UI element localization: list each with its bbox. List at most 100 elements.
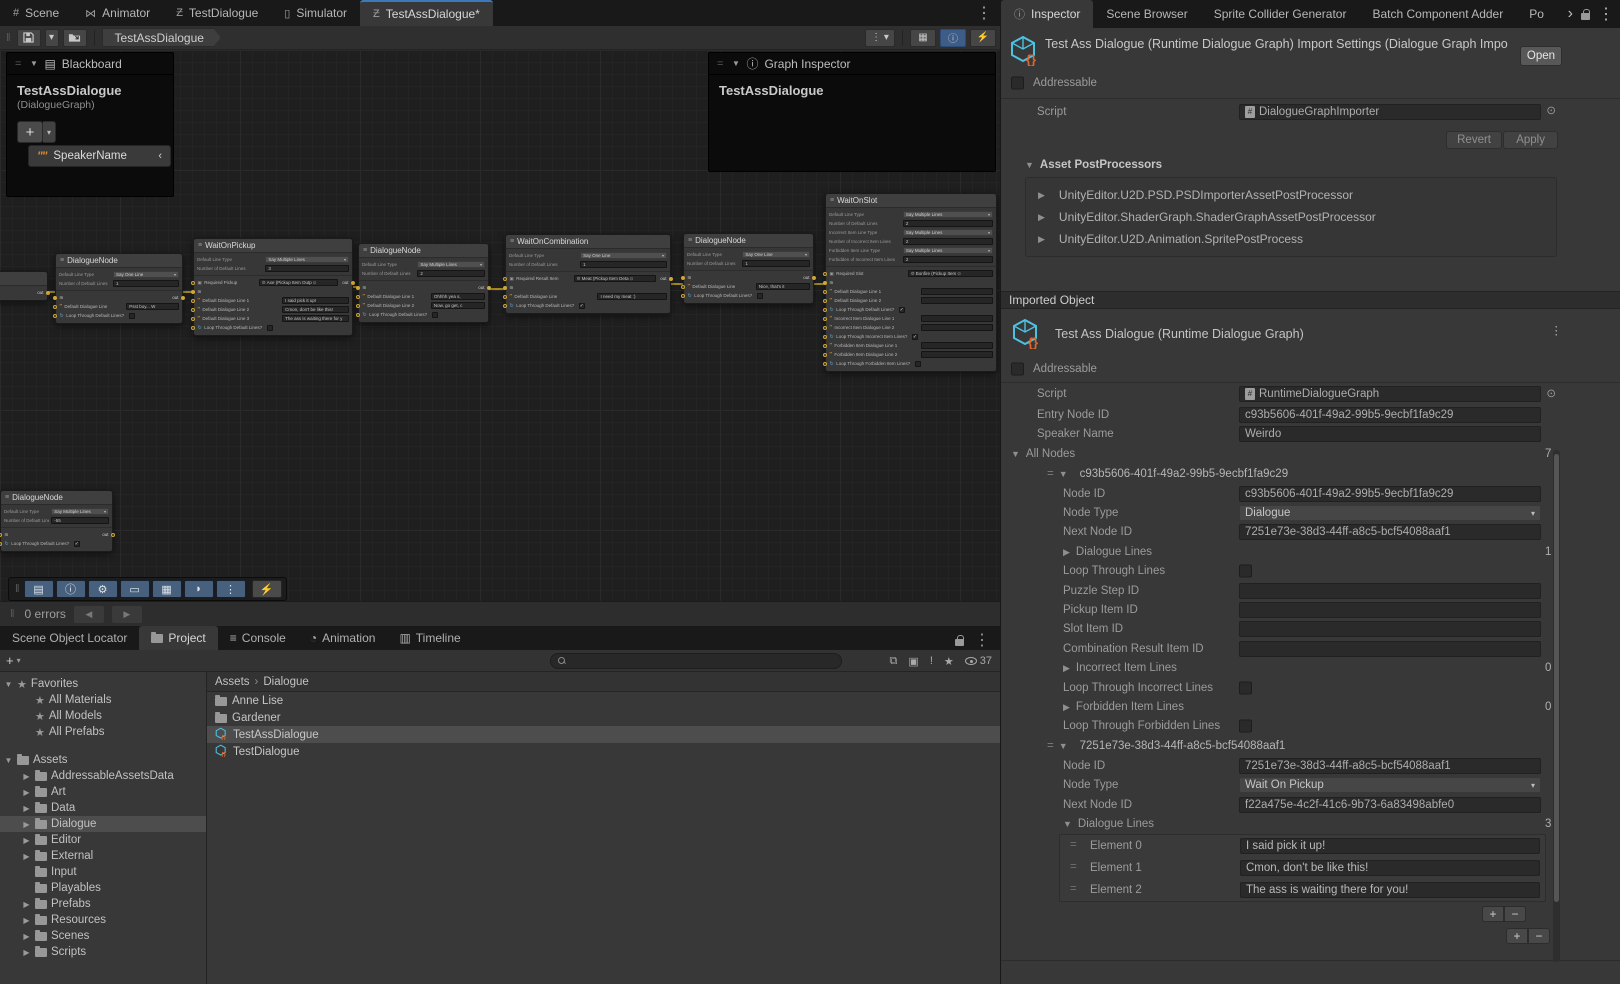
sidebar-item-all-prefabs[interactable]: ★All Prefabs (0, 724, 206, 740)
toolbar-drag-handle[interactable]: ‖ (13, 583, 22, 595)
apply-button[interactable]: Apply (1503, 131, 1558, 149)
tab-scene-browser[interactable]: Scene Browser (1093, 0, 1200, 28)
add-property-dropdown[interactable]: ▾ (43, 121, 56, 143)
tab-animation[interactable]: ◔Animation (298, 626, 388, 650)
foldout-arrow-icon[interactable]: ▶ (22, 948, 31, 957)
graph-tool-button-6[interactable]: ⋮ (216, 580, 246, 598)
node-prop-input[interactable]: 2 (903, 256, 993, 263)
dialogue-line-input[interactable] (921, 351, 993, 358)
blackboard-panel[interactable]: = ▼ ▤ Blackboard TestAssDialogue (Dialog… (6, 52, 174, 197)
foldout-arrow-icon[interactable]: ▶ (22, 772, 31, 781)
tab-inspector[interactable]: ⓘInspector (1001, 0, 1093, 28)
node-prop-dropdown[interactable]: Say Multiple Lines▾ (903, 247, 993, 254)
node-prop-input[interactable]: -55 (51, 517, 109, 524)
loop-checkbox[interactable] (915, 361, 921, 367)
value-field[interactable] (1239, 621, 1541, 637)
expand-arrow-icon[interactable]: ‹ (158, 150, 162, 162)
node-collapse-icon[interactable]: ≡ (510, 238, 514, 245)
port-dot[interactable] (681, 276, 685, 280)
port-dot[interactable] (356, 286, 360, 290)
port-dot[interactable] (191, 281, 195, 285)
sidebar-item-art[interactable]: ▶Art (0, 784, 206, 800)
dialogue-line-input[interactable] (921, 288, 993, 295)
node-header[interactable]: ≡StartNode (0, 272, 47, 286)
value-field[interactable]: c93b5606-401f-49a2-99b5-9ecbf1fa9c29 (1239, 486, 1541, 502)
foldout-arrow-icon[interactable]: ▶ (22, 900, 31, 909)
tab-testassdialogue[interactable]: ƵTestAssDialogue* (360, 0, 493, 26)
foldout-arrow-icon[interactable]: ▼ (1011, 449, 1020, 459)
postprocessor-item[interactable]: ▶UnityEditor.U2D.PSD.PSDImporterAssetPos… (1026, 184, 1556, 206)
open-asset-button[interactable] (63, 29, 87, 47)
port-dot[interactable] (53, 305, 57, 309)
project-search-input[interactable] (550, 653, 842, 669)
port-dot[interactable] (681, 294, 685, 298)
dialogue-line-input[interactable] (921, 324, 993, 331)
object-picker-icon[interactable]: ⊙ (313, 280, 317, 286)
visibility-toggle[interactable]: 37 (965, 655, 992, 667)
node-collapse-icon[interactable]: ≡ (5, 494, 9, 501)
graph-canvas[interactable]: = ▼ ▤ Blackboard TestAssDialogue (Dialog… (0, 50, 1000, 601)
foldout-arrow-icon[interactable]: ▶ (1063, 547, 1070, 557)
foldout-arrow-icon[interactable]: ▶ (22, 836, 31, 845)
port-dot[interactable] (681, 285, 685, 289)
create-asset-button[interactable]: + (6, 653, 14, 668)
graph-node-waitoncombination[interactable]: ≡WaitOnCombinationDefault Line TypeSay O… (505, 234, 671, 314)
port-dot[interactable] (503, 286, 507, 290)
drag-handle-icon[interactable]: = (1070, 839, 1077, 851)
sidebar-item-dialogue[interactable]: ▶Dialogue (0, 816, 206, 832)
sidebar-item-editor[interactable]: ▶Editor (0, 832, 206, 848)
foldout-arrow-icon[interactable]: ▼ (1059, 741, 1068, 751)
node-prop-input[interactable]: 2 (903, 238, 993, 245)
dialogue-line-input[interactable]: Cmon, don't be like this! (282, 306, 349, 313)
file-item-anne-lise[interactable]: Anne Lise (207, 692, 1000, 709)
port-dot[interactable] (0, 533, 2, 537)
node-header[interactable]: ≡WaitOnPickup (194, 239, 352, 253)
value-field[interactable]: 7251e73e-38d3-44ff-a8c5-bcf54088aaf1 (1239, 758, 1541, 774)
panel-drag-handle[interactable]: = (13, 58, 23, 70)
dialogue-line-input[interactable]: I said pick it up! (282, 297, 349, 304)
scrollbar-thumb[interactable] (1554, 454, 1559, 902)
port-dot[interactable] (823, 326, 827, 330)
kebab-icon[interactable]: ⋮ (1598, 4, 1614, 24)
kebab-icon[interactable]: ⋮ (1551, 323, 1563, 337)
tab-project[interactable]: Project (139, 626, 217, 650)
port-dot[interactable] (191, 299, 195, 303)
checkbox[interactable] (1239, 681, 1252, 694)
tab-console[interactable]: ≡Console (218, 626, 298, 650)
lock-icon[interactable] (1581, 13, 1590, 20)
port-dot[interactable] (356, 304, 360, 308)
foldout-arrow-icon[interactable]: ▼ (1025, 160, 1034, 170)
prev-error-button[interactable]: ◀ (74, 606, 104, 623)
value-field[interactable]: #DialogueGraphImporter (1239, 104, 1541, 120)
port-dot[interactable] (181, 296, 185, 300)
node-prop-dropdown[interactable]: Say Multiple Lines▾ (417, 261, 485, 268)
file-item-gardener[interactable]: Gardener (207, 709, 1000, 726)
collapse-icon[interactable]: ▼ (731, 59, 740, 68)
tab-testdialogue[interactable]: ƵTestDialogue (163, 0, 271, 26)
project-toolbar-icon-1[interactable]: ▣ (908, 655, 918, 668)
loop-checkbox[interactable]: ✓ (579, 303, 585, 309)
checkbox[interactable] (1239, 565, 1252, 578)
value-field[interactable]: 7251e73e-38d3-44ff-a8c5-bcf54088aaf1 (1239, 524, 1541, 540)
foldout-arrow-icon[interactable]: ▼ (4, 756, 13, 765)
sidebar-item-scripts[interactable]: ▶Scripts (0, 944, 206, 960)
foldout-arrow-icon[interactable]: ▶ (22, 788, 31, 797)
port-dot[interactable] (823, 344, 827, 348)
node-header[interactable]: ≡DialogueNode (56, 254, 182, 268)
postprocessor-item[interactable]: ▶UnityEditor.ShaderGraph.ShaderGraphAsse… (1026, 206, 1556, 228)
enum-dropdown[interactable]: Wait On Pickup▾ (1239, 777, 1541, 793)
project-toolbar-icon-0[interactable]: ⧉ (890, 655, 898, 668)
node-header[interactable]: ≡WaitOnCombination (506, 235, 670, 249)
graph-node-dialoguenode[interactable]: ≡DialogueNodeDefault Line TypeSay Multip… (358, 243, 489, 323)
port-dot[interactable] (46, 291, 50, 295)
open-button[interactable]: Open (1520, 46, 1562, 66)
node-collapse-icon[interactable]: ≡ (198, 242, 202, 249)
graph-tool-button-5[interactable]: ◗ (184, 580, 214, 598)
tab-sprite-collider-generator[interactable]: Sprite Collider Generator (1201, 0, 1360, 28)
value-field[interactable] (1239, 583, 1541, 599)
drag-handle-icon[interactable]: = (1070, 883, 1077, 895)
port-dot[interactable] (0, 542, 2, 546)
sidebar-item-external[interactable]: ▶External (0, 848, 206, 864)
dialogue-line-input[interactable] (921, 315, 993, 322)
value-field[interactable]: f22a475e-4c2f-41c6-9b73-6a83498abfe0 (1239, 797, 1541, 813)
